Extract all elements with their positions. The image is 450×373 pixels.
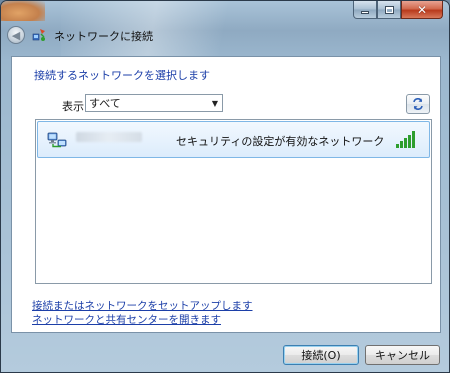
network-name-redacted [76,132,142,142]
connect-button[interactable]: 接続(O) [283,345,359,365]
signal-strength-icon [396,131,415,148]
chevron-down-icon: ▼ [211,98,219,108]
caption-buttons: ✕ [353,1,443,19]
refresh-icon [413,98,423,110]
minimize-button[interactable] [353,1,377,19]
network-computer-icon [47,132,67,148]
network-list-item[interactable]: セキュリティの設定が有効なネットワーク [37,121,430,158]
network-center-link[interactable]: ネットワークと共有センターを開きます [32,312,221,327]
cancel-button[interactable]: キャンセル [365,345,440,365]
maximize-icon [384,5,394,14]
back-button[interactable]: ◀ [7,26,25,44]
dialog-content: 接続するネットワークを選択します 表示 すべて ▼ セキュリティの設定が有効なネ… [11,56,441,333]
close-button[interactable]: ✕ [401,1,443,19]
network-list[interactable]: セキュリティの設定が有効なネットワーク [35,119,432,284]
page-heading: 接続するネットワークを選択します [34,69,210,82]
close-icon: ✕ [416,2,428,17]
maximize-button[interactable] [377,1,401,19]
network-description: セキュリティの設定が有効なネットワーク [176,135,385,148]
connect-to-network-window: ✕ ◀ ネットワークに接続 接続するネットワークを選択します 表示 すべて ▼ [0,0,450,373]
network-filter-value: すべて [89,97,121,110]
window-title: ネットワークに接続 [54,30,153,43]
filter-label: 表示 [62,100,84,113]
minimize-icon [361,11,369,14]
refresh-button[interactable] [406,94,430,114]
back-arrow-icon: ◀ [11,28,21,42]
background-glass-highlight [1,1,45,21]
network-wizard-icon [32,29,45,41]
network-filter-select[interactable]: すべて ▼ [85,94,223,112]
setup-connection-link[interactable]: 接続またはネットワークをセットアップします [32,298,253,313]
